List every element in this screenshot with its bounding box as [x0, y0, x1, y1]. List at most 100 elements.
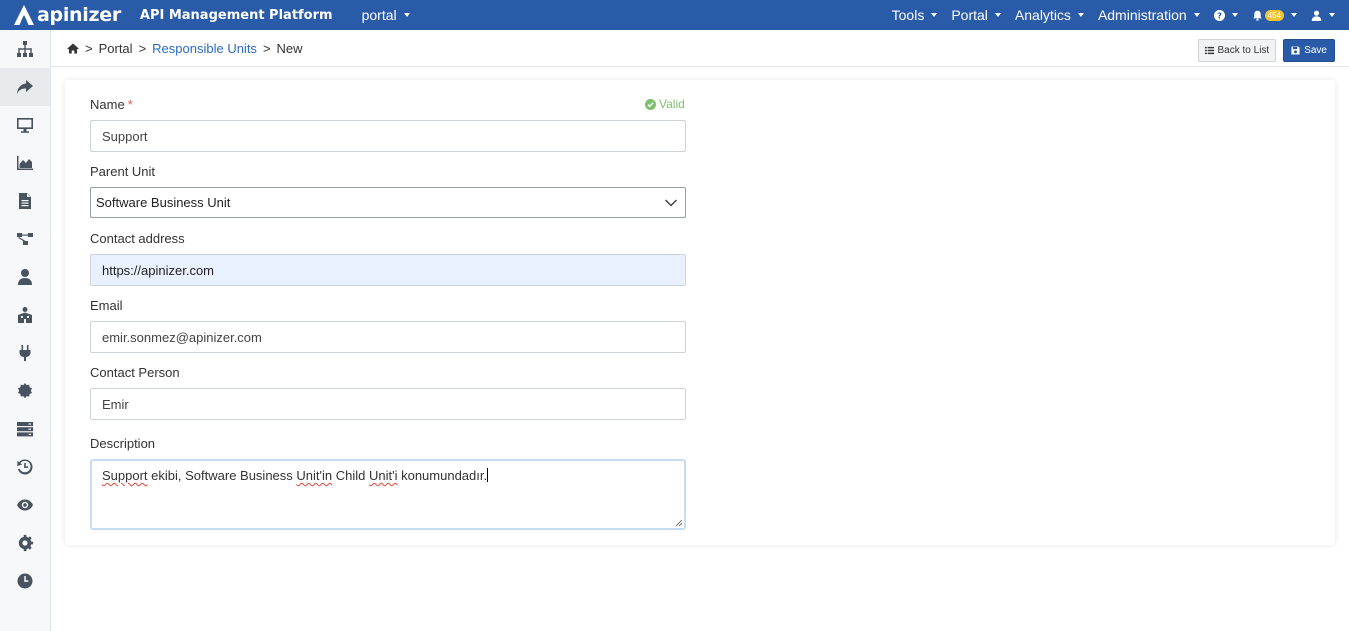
contact-address-label: Contact address — [90, 231, 185, 246]
description-textarea[interactable]: Support ekibi, Software Business Unit'in… — [90, 459, 686, 530]
sidebar-item-schedule[interactable] — [0, 562, 50, 600]
description-label: Description — [90, 436, 156, 451]
bell-icon — [1252, 10, 1262, 21]
breadcrumb-responsible-units[interactable]: Responsible Units — [152, 41, 257, 56]
sidebar-item-history[interactable] — [0, 448, 50, 486]
parent-unit-select[interactable]: Software Business Unit — [90, 187, 686, 218]
contact-address-input[interactable]: https://apinizer.com — [90, 254, 686, 286]
description-text-part: Unit'in — [296, 468, 333, 483]
breadcrumb: > Portal > Responsible Units > New — [67, 41, 303, 56]
user-icon — [18, 269, 32, 285]
user-icon — [1311, 10, 1322, 21]
nav-analytics[interactable]: Analytics — [1015, 7, 1084, 23]
area-chart-icon — [17, 156, 33, 170]
description-text-part: Unit'i — [368, 468, 398, 483]
sidebar-item-flows[interactable] — [0, 220, 50, 258]
home-icon[interactable] — [67, 43, 79, 54]
document-icon — [19, 193, 31, 209]
top-nav-menu: Tools Portal Analytics Administration ? … — [892, 0, 1349, 30]
responsible-unit-form: Name * Valid Support Parent Unit Software… — [65, 80, 1335, 545]
list-icon — [1204, 46, 1214, 55]
back-to-list-button[interactable]: Back to List — [1197, 39, 1277, 62]
flow-icon — [17, 233, 33, 245]
history-icon — [17, 459, 33, 475]
email-label: Email — [90, 298, 123, 313]
sidebar — [0, 30, 51, 631]
parent-unit-value: Software Business Unit — [96, 195, 231, 210]
name-label: Name * — [90, 97, 133, 112]
sidebar-item-settings[interactable] — [0, 524, 50, 562]
chevron-down-icon — [1193, 13, 1200, 17]
chevron-down-icon — [403, 13, 410, 17]
text-cursor — [487, 468, 489, 482]
chevron-down-icon — [1291, 13, 1297, 17]
sidebar-item-monitor[interactable] — [0, 106, 50, 144]
clock-icon — [17, 573, 33, 589]
eye-icon — [17, 499, 33, 511]
chevron-down-icon — [1231, 13, 1238, 17]
brand-logo[interactable]: apinizer — [13, 4, 121, 26]
desktop-icon — [17, 118, 33, 133]
sidebar-item-users[interactable] — [0, 258, 50, 296]
share-arrow-icon — [17, 80, 33, 94]
sidebar-item-connectors[interactable] — [0, 334, 50, 372]
nav-portal[interactable]: Portal — [951, 7, 1001, 23]
page-actions: Back to List Save — [1197, 39, 1335, 62]
chevron-down-icon — [994, 13, 1001, 17]
breadcrumb-separator: > — [85, 40, 93, 56]
save-button[interactable]: Save — [1283, 39, 1335, 62]
sidebar-item-documents[interactable] — [0, 182, 50, 220]
sidebar-item-organizations[interactable] — [0, 296, 50, 334]
contact-person-input[interactable]: Emir — [90, 388, 686, 420]
breadcrumb-portal[interactable]: Portal — [99, 41, 133, 56]
breadcrumb-separator: > — [262, 40, 271, 56]
email-field[interactable]: emir.sonmez@apinizer.com — [90, 321, 686, 353]
nav-administration-label: Administration — [1097, 7, 1187, 23]
nav-administration[interactable]: Administration — [1098, 7, 1200, 23]
back-to-list-label: Back to List — [1217, 45, 1270, 56]
sidebar-item-topology[interactable] — [0, 30, 50, 68]
server-icon — [17, 422, 33, 437]
floppy-disk-icon — [1291, 46, 1300, 55]
sidebar-item-servers[interactable] — [0, 410, 50, 448]
settings-icon — [18, 534, 34, 552]
notifications-menu[interactable]: 454 — [1252, 9, 1297, 21]
user-menu[interactable] — [1311, 10, 1335, 21]
description-text-part: konumundadır. — [397, 468, 488, 483]
notification-count-badge: 454 — [1264, 9, 1284, 21]
chevron-down-icon — [931, 13, 938, 17]
name-validation-status: Valid — [645, 97, 685, 111]
help-menu[interactable]: ? — [1213, 9, 1238, 21]
resize-handle-icon[interactable] — [675, 519, 683, 527]
chevron-down-icon — [1329, 13, 1335, 17]
plug-icon — [19, 345, 31, 361]
breadcrumb-current: New — [276, 40, 303, 56]
breadcrumb-separator: > — [138, 40, 147, 56]
nav-tools[interactable]: Tools — [892, 7, 938, 23]
check-circle-icon — [645, 98, 656, 110]
svg-text:?: ? — [1217, 10, 1222, 20]
description-text-part: Support — [102, 468, 148, 483]
environment-label: portal — [361, 7, 397, 23]
question-circle-icon: ? — [1213, 9, 1225, 21]
name-input[interactable]: Support — [90, 120, 686, 152]
sidebar-item-analytics[interactable] — [0, 144, 50, 182]
nav-portal-label: Portal — [951, 7, 988, 23]
users-building-icon — [18, 307, 32, 323]
nav-analytics-label: Analytics — [1014, 7, 1071, 23]
environment-dropdown[interactable]: portal — [362, 7, 410, 23]
parent-unit-label: Parent Unit — [90, 164, 156, 179]
name-label-text: Name — [90, 97, 125, 112]
sidebar-item-policies[interactable] — [0, 372, 50, 410]
required-marker: * — [127, 97, 133, 112]
sidebar-item-share[interactable] — [0, 68, 50, 106]
chevron-down-icon — [664, 199, 678, 207]
sidebar-item-monitoring[interactable] — [0, 486, 50, 524]
save-label: Save — [1304, 45, 1327, 56]
breadcrumb-bar: > Portal > Responsible Units > New Back … — [51, 30, 1349, 67]
top-navbar: apinizer API Management Platform portal … — [0, 0, 1349, 30]
valid-text: Valid — [659, 97, 685, 111]
platform-title: API Management Platform — [139, 7, 333, 23]
apinizer-logo-icon — [14, 5, 34, 25]
sitemap-icon — [17, 41, 33, 57]
